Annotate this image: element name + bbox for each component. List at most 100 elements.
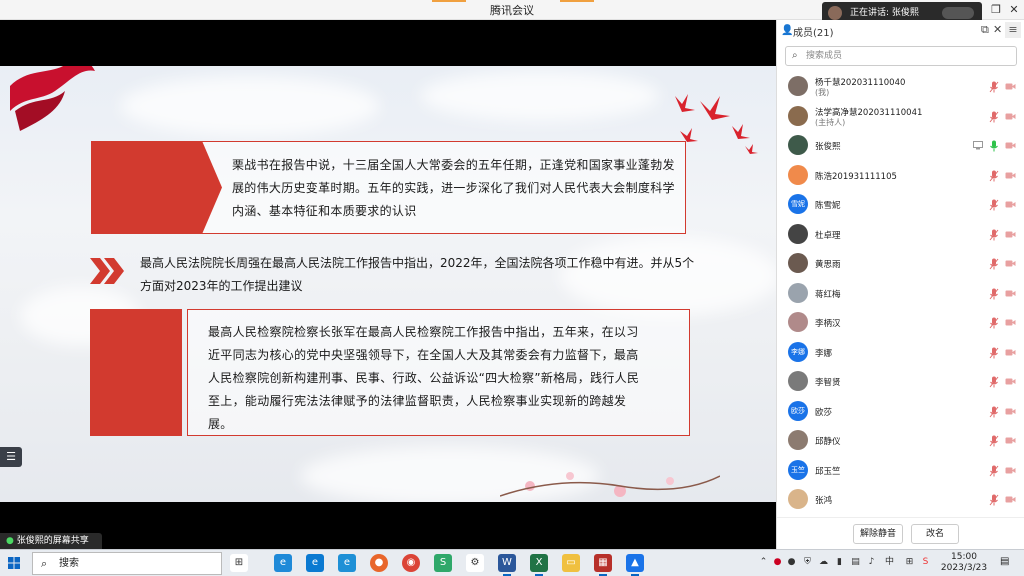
app-icon[interactable]: S [434, 554, 452, 572]
mic-muted-icon[interactable] [989, 494, 999, 506]
member-row[interactable]: 雪妮 陈雪妮 [777, 190, 1024, 219]
person-icon: 👤 [781, 25, 794, 36]
camera-off-icon[interactable] [1005, 82, 1016, 91]
mic-muted-icon[interactable] [989, 229, 999, 241]
member-row[interactable]: 陈浩201931111105 [777, 161, 1024, 190]
camera-off-icon[interactable] [1005, 495, 1016, 504]
search-placeholder: 搜索成员 [806, 51, 843, 61]
member-avatar [788, 223, 808, 244]
member-row[interactable]: 邱静仪 [777, 426, 1024, 455]
camera-off-icon[interactable] [1005, 112, 1016, 121]
tray-app-icon[interactable]: S [920, 557, 931, 568]
camera-off-icon[interactable] [1005, 436, 1016, 445]
camera-off-icon[interactable] [1005, 230, 1016, 239]
camera-off-icon[interactable] [1005, 259, 1016, 268]
camera-off-icon[interactable] [1005, 289, 1016, 298]
menu-icon[interactable]: ≡ [1005, 22, 1021, 38]
member-row[interactable]: 蒋红梅 [777, 279, 1024, 308]
word-icon[interactable]: W [498, 554, 516, 576]
tray-ime-icon[interactable]: 中 [884, 557, 895, 568]
popout-icon[interactable]: ⧉ [981, 23, 989, 37]
mic-muted-icon[interactable] [989, 317, 999, 329]
tray-mic-icon[interactable]: ▮ [834, 557, 845, 568]
mic-muted-icon[interactable] [989, 465, 999, 477]
panel-header: 👤 成员(21) ⧉ ✕ ≡ [777, 20, 1024, 40]
members-panel: 👤 成员(21) ⧉ ✕ ≡ ⌕ 搜索成员 杨千慧202031110040 (我)… [776, 20, 1024, 549]
mic-muted-icon[interactable] [989, 347, 999, 359]
camera-off-icon[interactable] [1005, 171, 1016, 180]
mic-muted-icon[interactable] [989, 111, 999, 123]
edge-icon[interactable]: e [274, 554, 292, 572]
camera-off-icon[interactable] [1005, 200, 1016, 209]
mic-muted-icon[interactable] [989, 435, 999, 447]
mic-muted-icon[interactable] [989, 406, 999, 418]
member-row[interactable]: 张鸿 [777, 485, 1024, 514]
mic-muted-icon[interactable] [989, 376, 999, 388]
notification-icon[interactable]: ▤ [1000, 556, 1014, 570]
close-icon[interactable]: ✕ [1006, 2, 1022, 18]
box1-text: 栗战书在报告中说，十三届全国人大常委会的五年任期，正逢党和国家事业蓬勃发展的伟大… [232, 158, 675, 218]
tray-shield-icon[interactable]: ⛨ [802, 557, 813, 568]
member-name: 邱玉竺 [815, 466, 841, 477]
mic-muted-icon[interactable] [989, 81, 999, 93]
tray-app-icon[interactable]: ● [786, 557, 797, 568]
red-block-decoration [92, 142, 222, 233]
mic-muted-icon[interactable] [989, 258, 999, 270]
member-name: 邱静仪 [815, 437, 841, 447]
search-icon: ⌕ [792, 50, 798, 61]
slide-text-box-1: 栗战书在报告中说，十三届全国人大常委会的五年任期，正逢党和国家事业蓬勃发展的伟大… [91, 141, 686, 234]
presentation-slide: 栗战书在报告中说，十三届全国人大常委会的五年任期，正逢党和国家事业蓬勃发展的伟大… [0, 66, 776, 502]
member-row[interactable]: 玉竺 邱玉竺 [777, 456, 1024, 485]
camera-off-icon[interactable] [1005, 318, 1016, 327]
member-row[interactable]: 李娜 李娜 [777, 338, 1024, 367]
panel-footer: 解除静音 改名 [777, 517, 1024, 549]
tray-app-icon[interactable]: ⊞ [904, 557, 915, 568]
member-row[interactable]: 杨千慧202031110040 (我) [777, 72, 1024, 101]
tray-app-icon[interactable]: ● [772, 557, 783, 568]
rename-button[interactable]: 改名 [911, 524, 959, 544]
restore-icon[interactable]: ❐ [988, 2, 1004, 18]
member-row[interactable]: 李智贤 [777, 367, 1024, 396]
tray-chevron-icon[interactable]: ⌃ [758, 557, 769, 568]
winrar-icon[interactable]: ▦ [594, 554, 612, 576]
member-search-input[interactable]: ⌕ 搜索成员 [785, 46, 1017, 66]
ie-icon[interactable]: e [338, 554, 356, 572]
camera-off-icon[interactable] [1005, 141, 1016, 150]
taskbar-search-input[interactable]: ⌕ 搜索 [32, 552, 222, 575]
firefox-icon[interactable]: ● [370, 554, 388, 572]
member-row[interactable]: 法学高净慧202031110041 (主持人) [777, 102, 1024, 131]
cloud-decoration [420, 71, 660, 121]
list-toggle-icon[interactable]: ☰ [0, 447, 22, 467]
member-row[interactable]: 李柄汉 [777, 308, 1024, 337]
member-row[interactable]: 黄思雨 [777, 249, 1024, 278]
excel-icon[interactable]: X [530, 554, 548, 576]
task-view-icon[interactable]: ⊞ [230, 554, 248, 572]
camera-off-icon[interactable] [1005, 348, 1016, 357]
tray-cloud-icon[interactable]: ☁ [818, 557, 829, 568]
mic-on-icon[interactable] [989, 140, 999, 152]
mic-muted-icon[interactable] [989, 170, 999, 182]
camera-off-icon[interactable] [1005, 377, 1016, 386]
edge-legacy-icon[interactable]: e [306, 554, 324, 572]
search-icon: ⌕ [41, 557, 48, 570]
member-avatar [788, 105, 808, 126]
tray-network-icon[interactable]: ▤ [850, 557, 861, 568]
chrome-icon[interactable]: ◉ [402, 554, 420, 572]
unmute-all-button[interactable]: 解除静音 [853, 524, 903, 544]
close-panel-icon[interactable]: ✕ [993, 23, 1002, 36]
camera-off-icon[interactable] [1005, 407, 1016, 416]
member-row[interactable]: 杜卓理 [777, 220, 1024, 249]
member-avatar [788, 312, 808, 332]
tencent-meeting-icon[interactable]: ▲ [626, 554, 644, 576]
cloud-decoration [120, 76, 380, 136]
windows-start-icon[interactable] [8, 557, 20, 569]
tray-volume-icon[interactable]: ♪ [866, 557, 877, 568]
camera-off-icon[interactable] [1005, 466, 1016, 475]
file-explorer-icon[interactable]: ▭ [562, 554, 580, 572]
mic-muted-icon[interactable] [989, 288, 999, 300]
taskbar-clock[interactable]: 15:00 2023/3/23 [936, 552, 992, 574]
settings-gear-icon[interactable]: ⚙ [466, 554, 484, 572]
member-row[interactable]: 张俊熙 [777, 131, 1024, 160]
member-row[interactable]: 欧莎 欧莎 [777, 397, 1024, 426]
mic-muted-icon[interactable] [989, 199, 999, 211]
